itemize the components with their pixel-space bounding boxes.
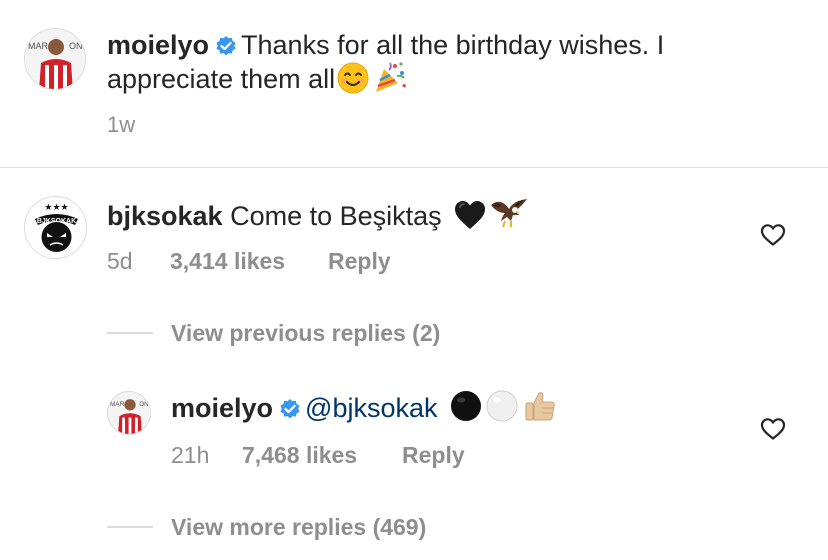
svg-text:MAR: MAR [28, 41, 49, 51]
reply-age: 21h [171, 442, 210, 468]
view-more-replies-button[interactable]: View more replies (469) [171, 514, 426, 541]
verified-badge-icon [279, 392, 301, 430]
replies-line [107, 526, 153, 528]
svg-text:ON: ON [139, 401, 149, 408]
bjksokak-logo-icon: ★★★ BJKSOKAK [25, 197, 86, 258]
thumbs-up-emoji [523, 389, 557, 433]
reply-reply-button[interactable]: Reply [402, 442, 465, 469]
replies-line [107, 332, 153, 334]
caption-avatar[interactable]: MAR ON [24, 28, 86, 90]
black-heart-emoji [453, 199, 487, 241]
smiling-face-emoji [337, 62, 369, 104]
white-circle-emoji [485, 389, 519, 433]
divider [0, 167, 828, 168]
reply-likes[interactable]: 7,468 likes [242, 442, 357, 469]
reply-avatar[interactable]: MAR ON [107, 391, 151, 435]
player-avatar-image: MAR ON [25, 29, 85, 89]
comment-avatar[interactable]: ★★★ BJKSOKAK [24, 196, 87, 259]
reply-meta: 21h 7,468 likes Reply [171, 442, 571, 472]
svg-text:MAR: MAR [110, 401, 125, 408]
black-circle-emoji [449, 389, 483, 433]
comment-text-row: bjksokak Come to Beşiktaş [107, 195, 529, 241]
reply-mention-link[interactable]: @bjksokak [305, 393, 437, 423]
comment-meta: 5d 3,414 likes Reply [107, 248, 507, 278]
caption-text-2: appreciate them all [107, 64, 336, 94]
party-popper-emoji [373, 60, 407, 104]
comment-reply-button[interactable]: Reply [328, 248, 391, 275]
svg-text:★★★: ★★★ [44, 203, 68, 213]
svg-text:ON: ON [69, 41, 83, 51]
caption-username[interactable]: moielyo [107, 30, 209, 60]
heart-icon [760, 418, 786, 440]
comment-like-button[interactable] [760, 223, 786, 247]
comment-text: Come to Beşiktaş [230, 201, 442, 231]
caption-age: 1w [107, 112, 136, 137]
heart-icon [760, 224, 786, 246]
comment-username[interactable]: bjksokak [107, 201, 223, 231]
reply-text-row: moielyo @bjksokak [171, 389, 557, 433]
reply-like-button[interactable] [760, 417, 786, 441]
eagle-emoji [489, 195, 529, 241]
player-avatar-image: MAR ON [108, 392, 150, 434]
view-previous-replies-button[interactable]: View previous replies (2) [171, 320, 440, 347]
comment-likes[interactable]: 3,414 likes [170, 248, 285, 275]
comment-age: 5d [107, 248, 133, 274]
caption-text: Thanks for all the birthday wishes. I [241, 30, 665, 60]
reply-username[interactable]: moielyo [171, 393, 273, 423]
caption-text-line2-row: appreciate them all [107, 60, 407, 104]
